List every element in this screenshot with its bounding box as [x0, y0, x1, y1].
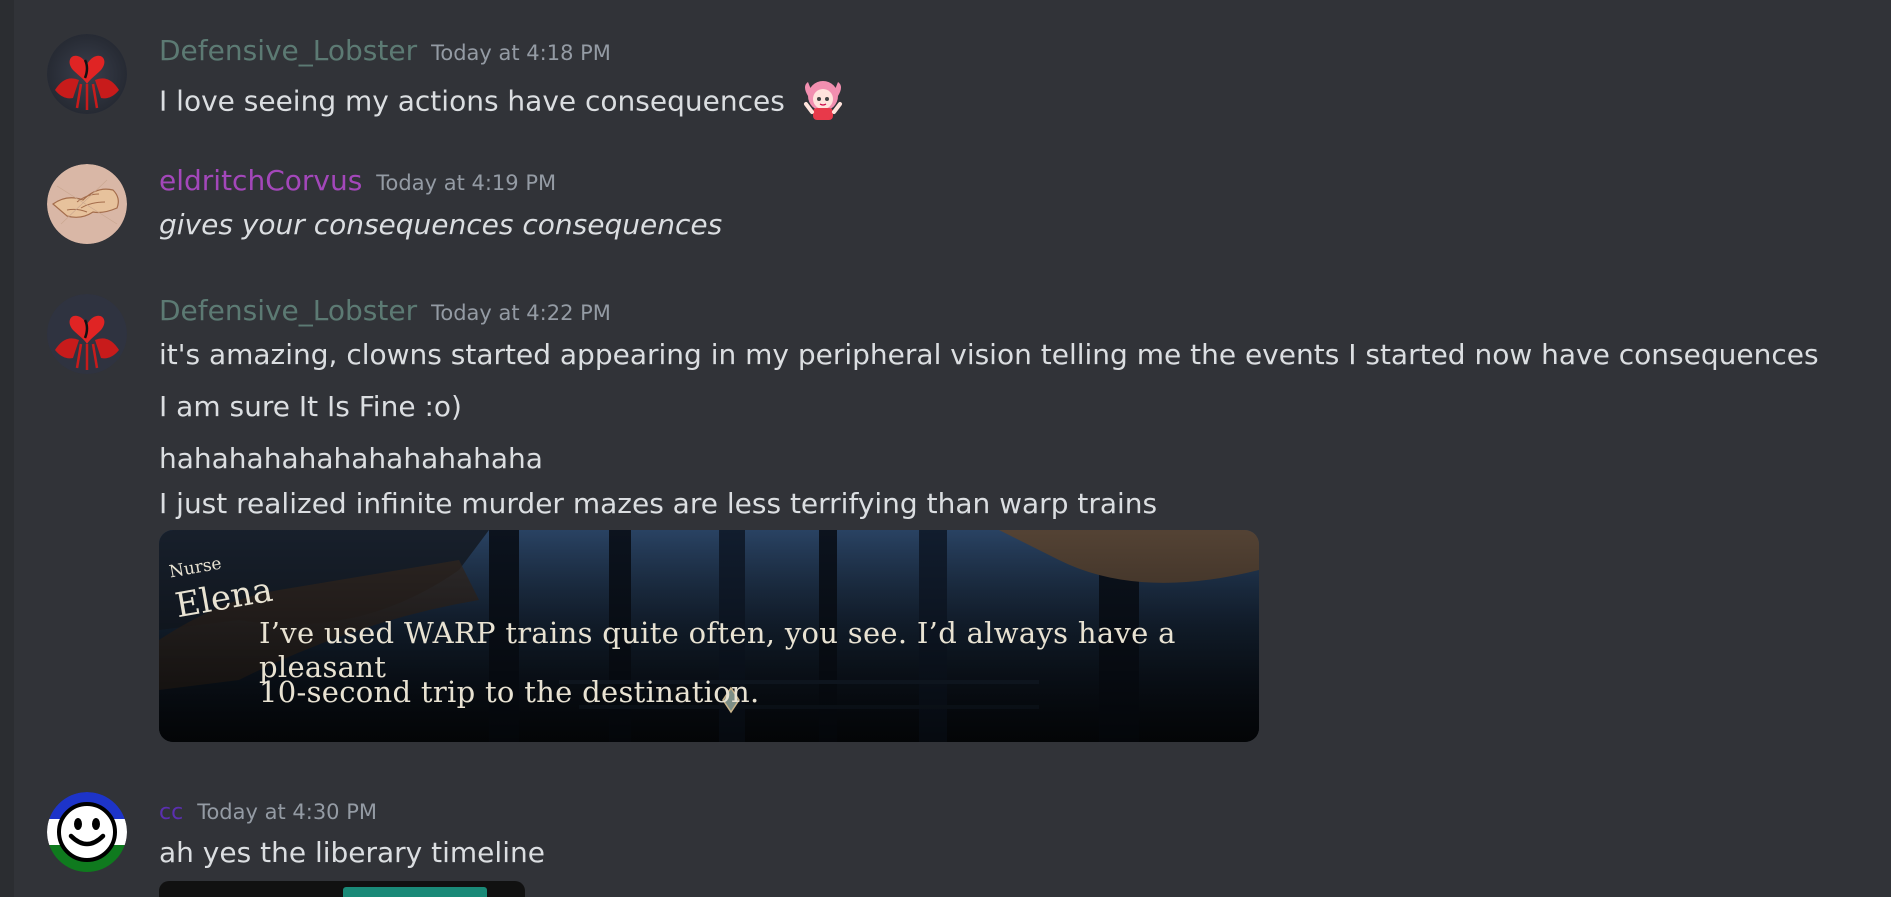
message-text: it's amazing, clowns started appearing i… [159, 338, 1819, 371]
dialogue-line: 10-second trip to the destination. [259, 675, 760, 709]
message-text: hahahahahahahahahahaha [159, 442, 543, 475]
smiley-flag-avatar-icon [47, 792, 127, 872]
avatar[interactable] [47, 792, 127, 872]
username[interactable]: eldritchCorvus [159, 164, 362, 197]
anime-girl-emoji-icon[interactable] [800, 78, 846, 127]
chat-window: Defensive_Lobster Today at 4:18 PM I love… [0, 0, 1891, 897]
sketch-hand-avatar-icon [47, 164, 127, 244]
timestamp[interactable]: Today at 4:22 PM [431, 301, 611, 325]
username[interactable]: cc [159, 800, 183, 825]
avatar[interactable] [47, 294, 127, 374]
red-heart-creature-avatar-icon [47, 34, 127, 114]
red-heart-creature-avatar-icon [47, 294, 127, 374]
message-text: I love seeing my actions have consequenc… [159, 78, 846, 127]
channel-sidebar-edge [0, 0, 14, 897]
timestamp[interactable]: Today at 4:18 PM [431, 41, 611, 65]
message-text: I just realized infinite murder mazes ar… [159, 487, 1158, 520]
message-text: I am sure It Is Fine :o) [159, 390, 462, 423]
image-attachment[interactable]: Nurse Elena I’ve used WARP trains quite … [159, 530, 1259, 742]
username[interactable]: Defensive_Lobster [159, 294, 417, 327]
message-text: gives your consequences consequences [159, 208, 723, 241]
message-content: I love seeing my actions have consequenc… [159, 84, 785, 118]
attachment-preview-strip [343, 887, 487, 897]
timestamp[interactable]: Today at 4:30 PM [197, 800, 377, 824]
avatar[interactable] [47, 34, 127, 114]
username[interactable]: Defensive_Lobster [159, 34, 417, 67]
avatar[interactable] [47, 164, 127, 244]
dialogue-line: I’ve used WARP trains quite often, you s… [259, 616, 1176, 684]
timestamp[interactable]: Today at 4:19 PM [376, 171, 556, 195]
image-attachment[interactable] [159, 881, 525, 897]
message-text: ah yes the liberary timeline [159, 836, 545, 869]
